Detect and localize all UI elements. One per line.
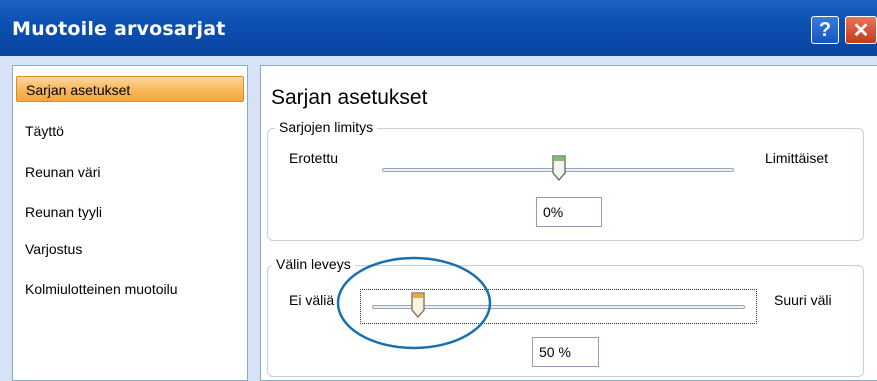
gap-width-label: Välin leveys xyxy=(272,256,355,272)
overlap-min-label: Erotettu xyxy=(289,150,339,166)
series-overlap-label: Sarjojen limitys xyxy=(275,119,378,135)
overlap-slider-thumb[interactable] xyxy=(551,155,567,181)
category-list: Sarjan asetukset Täyttö Reunan väri Reun… xyxy=(12,65,248,381)
overlap-max-label: Limittäiset xyxy=(765,150,829,166)
category-border-color[interactable]: Reunan väri xyxy=(25,159,101,185)
window-title: Muotoile arvosarjat xyxy=(12,18,226,40)
title-bar: Muotoile arvosarjat ? ✕ xyxy=(0,0,877,56)
gap-slider-track[interactable] xyxy=(372,305,745,309)
close-icon: ✕ xyxy=(852,19,870,42)
overlap-value-input[interactable]: 0% xyxy=(536,197,602,227)
gap-max-label: Suuri väli xyxy=(774,292,832,308)
gap-value-input[interactable]: 50 % xyxy=(532,337,599,367)
category-series-options[interactable]: Sarjan asetukset xyxy=(16,76,244,102)
close-button[interactable]: ✕ xyxy=(845,16,877,44)
section-title: Sarjan asetukset xyxy=(271,86,428,109)
help-button[interactable]: ? xyxy=(811,16,839,44)
category-3d-format[interactable]: Kolmiulotteinen muotoilu xyxy=(25,276,178,302)
category-shadow[interactable]: Varjostus xyxy=(25,236,82,262)
gap-min-label: Ei väliä xyxy=(289,292,335,308)
gap-slider-thumb[interactable] xyxy=(410,292,426,318)
category-border-style[interactable]: Reunan tyyli xyxy=(25,199,102,225)
category-fill[interactable]: Täyttö xyxy=(25,118,64,144)
